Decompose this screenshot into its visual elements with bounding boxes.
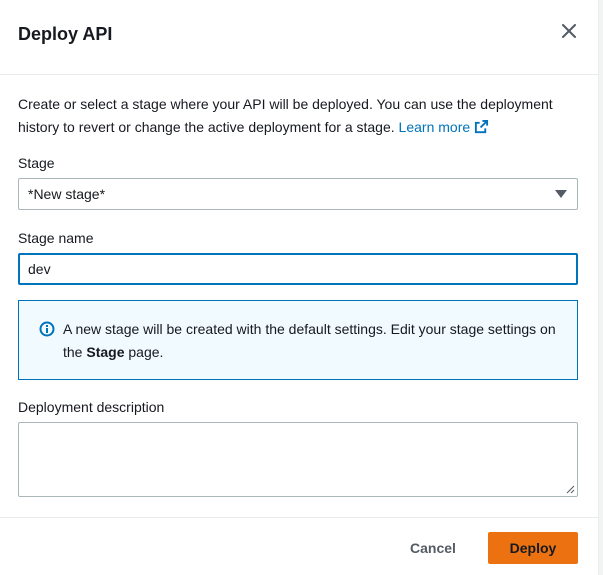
stage-select-value: *New stage* (28, 186, 106, 202)
learn-more-label: Learn more (398, 119, 471, 135)
stage-label: Stage (18, 155, 55, 171)
deploy-api-dialog: Deploy API Create or select a stage wher… (0, 0, 598, 575)
footer-divider (0, 517, 598, 518)
description-label: Deployment description (18, 399, 165, 415)
stage-name-input[interactable] (18, 253, 578, 285)
close-button[interactable] (556, 18, 582, 44)
dialog-title: Deploy API (18, 24, 113, 44)
learn-more-link[interactable]: Learn more (399, 119, 490, 135)
caret-down-icon (555, 190, 567, 198)
deployment-description-textarea[interactable] (18, 422, 578, 497)
stage-select[interactable]: *New stage* (18, 178, 578, 210)
deploy-button[interactable]: Deploy (488, 532, 578, 564)
stage-name-label: Stage name (18, 230, 94, 246)
intro-paragraph: Create or select a stage where your API … (18, 93, 578, 139)
info-alert-text: A new stage will be created with the def… (63, 318, 563, 364)
background-page-edge (598, 0, 603, 575)
close-icon (562, 24, 576, 38)
info-alert: A new stage will be created with the def… (18, 300, 578, 380)
cancel-button[interactable]: Cancel (396, 532, 470, 564)
info-icon (39, 321, 55, 337)
resize-grip-icon[interactable] (566, 485, 575, 494)
external-link-icon (475, 119, 489, 134)
dialog-header: Deploy API (0, 0, 598, 75)
info-text-after: page. (124, 344, 164, 360)
stage-page-reference: Stage (86, 344, 125, 360)
